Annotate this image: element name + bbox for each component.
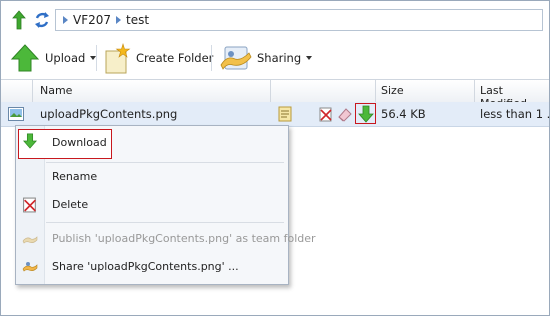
column-divider (32, 80, 33, 102)
file-grid-header: Name Size Last Modified (1, 79, 549, 110)
download-arrow-icon (22, 133, 38, 149)
sharing-label: Sharing (257, 51, 302, 65)
file-last-modified: less than 1 ... (480, 107, 550, 121)
column-header-name[interactable]: Name (40, 84, 72, 97)
share-icon (22, 262, 38, 272)
file-name[interactable]: uploadPkgContents.png (40, 107, 177, 121)
chevron-down-icon (306, 56, 313, 60)
file-size: 56.4 KB (381, 107, 426, 121)
upload-button[interactable]: Upload (9, 39, 97, 77)
menu-item-delete[interactable]: Delete (16, 194, 288, 216)
delete-icon[interactable] (319, 107, 333, 122)
refresh-icon[interactable] (33, 10, 51, 30)
publish-icon (22, 236, 38, 244)
navigate-up-icon[interactable] (10, 10, 28, 30)
toolbar: Upload Create Folder Sharing (1, 39, 549, 77)
rename-eraser-icon[interactable] (337, 106, 353, 122)
column-divider (474, 80, 475, 102)
menu-item-share[interactable]: Share 'uploadPkgContents.png' ... (16, 256, 288, 278)
image-file-icon (8, 107, 24, 121)
breadcrumb-arrow-icon (63, 16, 68, 24)
breadcrumb-arrow-icon (116, 16, 121, 24)
upload-arrow-icon (10, 44, 40, 72)
create-folder-label: Create Folder (136, 51, 214, 65)
download-arrow-icon[interactable] (358, 105, 374, 123)
breadcrumb-bar: VF207 test (1, 1, 549, 39)
breadcrumb-item-vf207[interactable]: VF207 (73, 13, 111, 27)
properties-icon[interactable] (278, 106, 292, 122)
menu-item-label: Rename (52, 170, 98, 183)
table-row[interactable]: uploadPkgContents.png 56.4 KB less than … (1, 102, 550, 127)
breadcrumb-item-test[interactable]: test (126, 13, 149, 27)
new-folder-icon (105, 42, 131, 74)
context-menu: Download Rename Delete Publish 'uploadPk… (15, 125, 316, 285)
toolbar-divider (211, 45, 212, 71)
toolbar-divider (96, 45, 97, 71)
delete-icon (23, 197, 36, 213)
menu-separator (46, 162, 284, 163)
breadcrumb: VF207 test (55, 9, 543, 31)
column-divider (375, 80, 376, 102)
menu-item-label: Publish 'uploadPkgContents.png' as team … (52, 232, 316, 245)
menu-item-download[interactable]: Download (16, 132, 288, 154)
menu-item-label: Delete (52, 198, 89, 211)
file-manager-window: VF207 test Upload Create Folder Sharing … (0, 0, 550, 316)
sharing-icon (220, 46, 252, 70)
menu-item-label: Share 'uploadPkgContents.png' ... (52, 260, 239, 273)
menu-item-label: Download (52, 136, 107, 149)
upload-label: Upload (45, 51, 86, 65)
column-divider (270, 80, 271, 102)
menu-item-publish: Publish 'uploadPkgContents.png' as team … (16, 228, 316, 250)
menu-separator (46, 222, 284, 223)
column-header-size[interactable]: Size (381, 84, 404, 97)
sharing-button[interactable]: Sharing (219, 39, 313, 77)
create-folder-button[interactable]: Create Folder (101, 39, 213, 77)
menu-item-rename[interactable]: Rename (16, 166, 288, 188)
